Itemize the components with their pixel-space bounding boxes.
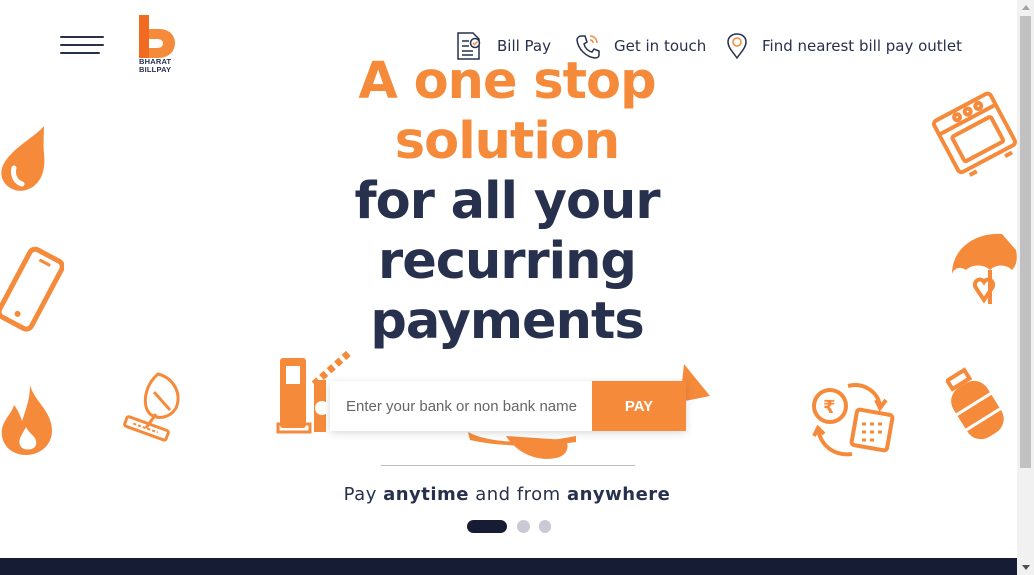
page-scrollbar[interactable]: [1017, 0, 1034, 575]
footer-bar: [0, 558, 1017, 575]
hero-line-5: payments: [370, 292, 644, 351]
menu-line: [60, 44, 104, 46]
carousel-dot[interactable]: [539, 520, 551, 533]
tagline-part-2: anytime: [383, 484, 470, 505]
tagline-part-4: anywhere: [566, 484, 671, 505]
carousel-dot-active[interactable]: [467, 520, 507, 533]
bharat-billpay-logo[interactable]: BHARAT BILLPAY: [137, 15, 177, 77]
menu-hamburger-icon[interactable]: [60, 34, 104, 58]
tagline-part-1: Pay: [343, 484, 384, 505]
insurance-umbrella-icon: [952, 233, 1017, 304]
svg-text:₹: ₹: [823, 397, 836, 418]
pay-button[interactable]: PAY: [592, 381, 686, 431]
location-pin-icon: [727, 33, 747, 60]
fire-flame-icon: [1, 385, 53, 455]
scroll-up-arrow-icon[interactable]: [1022, 5, 1030, 10]
hero-line-4: recurring: [378, 232, 637, 291]
bank-search-input[interactable]: [330, 381, 592, 431]
tagline-part-3: and from: [469, 484, 567, 505]
hero-line-1: A one stop: [358, 52, 656, 111]
carousel-dot[interactable]: [517, 520, 530, 533]
menu-line: [60, 36, 104, 38]
divider: [381, 465, 635, 466]
nav-find-outlet[interactable]: Find nearest bill pay outlet: [726, 30, 962, 62]
hero-line-2: solution: [394, 112, 620, 171]
hero-headline: A one stop solution for all your recurri…: [307, 52, 707, 352]
water-drop-icon: [1, 126, 45, 191]
logo-wordmark: BHARAT BILLPAY: [139, 57, 172, 74]
hero-line-3: for all your: [354, 172, 660, 231]
menu-line: [60, 52, 100, 54]
nav-find-outlet-label: Find nearest bill pay outlet: [762, 37, 962, 55]
dish-antenna-icon: [123, 372, 180, 442]
scroll-down-arrow-icon[interactable]: [1022, 565, 1030, 570]
logo-mark-icon: [139, 15, 175, 58]
oven-icon: [932, 91, 1017, 177]
tagline: Pay anytime and from anywhere: [307, 484, 707, 505]
gas-cylinder-icon: [946, 367, 1004, 440]
rupee-payment-cycle-icon: ₹: [812, 383, 895, 457]
mobile-phone-icon: [0, 246, 64, 332]
scrollbar-thumb[interactable]: [1020, 16, 1031, 468]
biller-search-box: PAY: [330, 381, 686, 431]
